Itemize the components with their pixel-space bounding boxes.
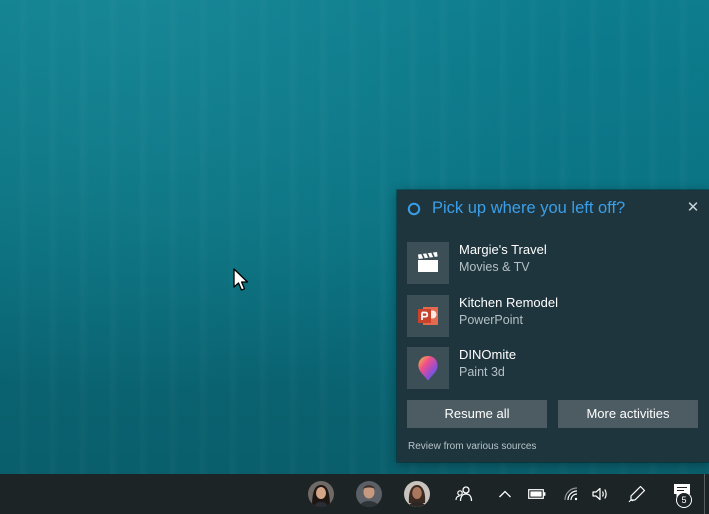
battery-icon bbox=[528, 489, 546, 499]
pen-icon bbox=[628, 485, 646, 503]
avatar bbox=[404, 481, 430, 507]
people-button[interactable] bbox=[451, 474, 477, 514]
activity-dinomite[interactable]: DINOmite Paint 3d bbox=[407, 347, 697, 391]
volume-button[interactable] bbox=[589, 474, 613, 514]
panel-header: Pick up where you left off? ✕ bbox=[397, 190, 709, 228]
battery-button[interactable] bbox=[525, 474, 549, 514]
pinned-contact-2[interactable] bbox=[354, 474, 384, 514]
network-button[interactable] bbox=[560, 474, 582, 514]
show-hidden-icons-button[interactable] bbox=[494, 474, 516, 514]
activity-app: Movies & TV bbox=[459, 260, 530, 274]
avatar bbox=[308, 481, 334, 507]
panel-title: Pick up where you left off? bbox=[432, 199, 626, 217]
panel-footer-text: Review from various sources bbox=[408, 441, 537, 452]
activity-margies-travel[interactable]: Margie's Travel Movies & TV bbox=[407, 242, 697, 286]
timeline-activity-panel: Pick up where you left off? ✕ Margie's T… bbox=[397, 190, 709, 462]
windows-ink-button[interactable] bbox=[625, 474, 649, 514]
clapperboard-icon bbox=[418, 252, 438, 272]
activity-app: PowerPoint bbox=[459, 313, 523, 327]
paint3d-icon bbox=[418, 356, 438, 381]
notification-count-badge: 5 bbox=[676, 492, 692, 508]
activity-name: DINOmite bbox=[459, 347, 517, 362]
show-desktop-button[interactable] bbox=[704, 474, 709, 514]
pinned-contact-1[interactable] bbox=[306, 474, 336, 514]
activity-thumbnail bbox=[407, 347, 449, 389]
activity-thumbnail bbox=[407, 295, 449, 337]
action-center-button[interactable]: 5 bbox=[664, 474, 700, 514]
activity-thumbnail bbox=[407, 242, 449, 284]
avatar bbox=[356, 481, 382, 507]
wifi-icon bbox=[564, 487, 578, 501]
activity-name: Kitchen Remodel bbox=[459, 295, 558, 310]
close-icon: ✕ bbox=[686, 199, 700, 216]
desktop[interactable]: Pick up where you left off? ✕ Margie's T… bbox=[0, 0, 709, 514]
activity-name: Margie's Travel bbox=[459, 242, 547, 257]
chevron-up-icon bbox=[499, 490, 511, 498]
powerpoint-icon bbox=[418, 307, 438, 325]
activity-kitchen-remodel[interactable]: Kitchen Remodel PowerPoint bbox=[407, 295, 697, 339]
mouse-cursor-icon bbox=[233, 268, 249, 291]
pinned-contact-3[interactable] bbox=[402, 474, 432, 514]
resume-all-button[interactable]: Resume all bbox=[407, 400, 547, 428]
people-icon bbox=[455, 486, 473, 502]
more-activities-button[interactable]: More activities bbox=[558, 400, 698, 428]
cortana-icon bbox=[407, 202, 421, 216]
volume-icon bbox=[592, 487, 607, 501]
activity-app: Paint 3d bbox=[459, 365, 505, 379]
taskbar: 5 bbox=[0, 474, 709, 514]
close-button[interactable]: ✕ bbox=[683, 198, 703, 218]
